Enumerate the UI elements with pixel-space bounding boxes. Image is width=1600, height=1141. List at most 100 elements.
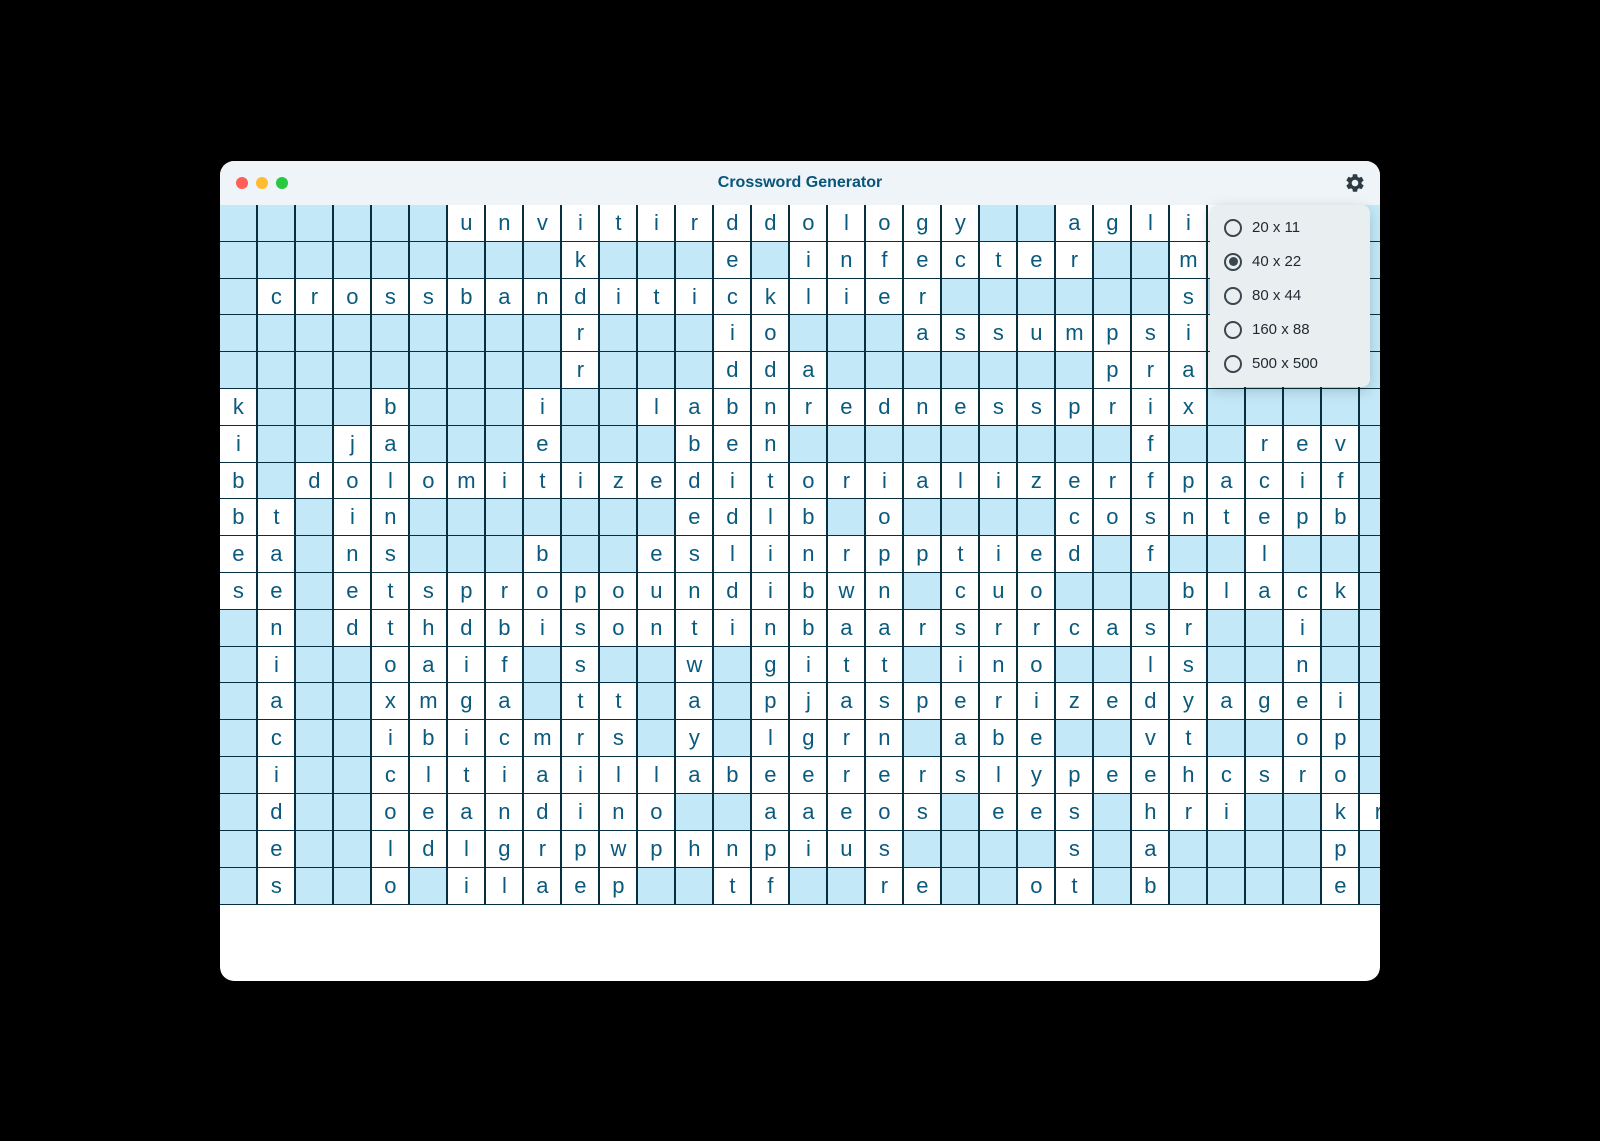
cell-letter[interactable]: s <box>257 867 295 905</box>
cell-blank[interactable] <box>1093 719 1131 757</box>
cell-letter[interactable]: i <box>1169 205 1207 242</box>
cell-letter[interactable]: e <box>637 462 675 500</box>
cell-letter[interactable]: r <box>865 867 903 905</box>
cell-letter[interactable]: t <box>371 609 409 647</box>
cell-blank[interactable] <box>1359 719 1380 757</box>
cell-letter[interactable]: i <box>523 388 561 426</box>
cell-blank[interactable] <box>1055 351 1093 389</box>
cell-letter[interactable]: c <box>1055 609 1093 647</box>
minimize-window-button[interactable] <box>256 177 268 189</box>
cell-letter[interactable]: b <box>1169 572 1207 610</box>
cell-letter[interactable]: m <box>409 682 447 720</box>
cell-letter[interactable]: n <box>979 646 1017 684</box>
cell-blank[interactable] <box>220 756 257 794</box>
cell-letter[interactable]: c <box>371 756 409 794</box>
cell-letter[interactable]: a <box>903 314 941 352</box>
cell-letter[interactable]: c <box>1207 756 1245 794</box>
cell-letter[interactable]: e <box>941 388 979 426</box>
cell-letter[interactable]: r <box>827 462 865 500</box>
cell-blank[interactable] <box>1055 278 1093 316</box>
cell-letter[interactable]: b <box>1131 867 1169 905</box>
cell-blank[interactable] <box>1017 351 1055 389</box>
cell-letter[interactable]: j <box>789 682 827 720</box>
cell-letter[interactable]: u <box>827 830 865 868</box>
cell-letter[interactable]: d <box>1055 535 1093 573</box>
cell-letter[interactable]: e <box>789 756 827 794</box>
cell-letter[interactable]: b <box>220 462 257 500</box>
cell-letter[interactable]: c <box>941 241 979 279</box>
cell-letter[interactable]: a <box>409 646 447 684</box>
cell-blank[interactable] <box>220 351 257 389</box>
cell-letter[interactable]: c <box>1245 462 1283 500</box>
cell-blank[interactable] <box>371 314 409 352</box>
cell-letter[interactable]: g <box>447 682 485 720</box>
cell-letter[interactable]: o <box>523 572 561 610</box>
cell-blank[interactable] <box>295 314 333 352</box>
cell-letter[interactable]: o <box>1017 572 1055 610</box>
cell-letter[interactable]: a <box>523 867 561 905</box>
cell-blank[interactable] <box>447 351 485 389</box>
cell-letter[interactable]: p <box>903 535 941 573</box>
cell-letter[interactable]: u <box>1017 314 1055 352</box>
cell-blank[interactable] <box>1207 535 1245 573</box>
cell-letter[interactable]: i <box>485 756 523 794</box>
cell-letter[interactable]: s <box>865 830 903 868</box>
cell-blank[interactable] <box>1169 425 1207 463</box>
cell-blank[interactable] <box>789 867 827 905</box>
cell-letter[interactable]: d <box>751 205 789 242</box>
cell-letter[interactable]: r <box>1055 241 1093 279</box>
cell-letter[interactable]: l <box>371 462 409 500</box>
cell-letter[interactable]: e <box>1321 867 1359 905</box>
cell-blank[interactable] <box>903 572 941 610</box>
cell-blank[interactable] <box>1321 609 1359 647</box>
cell-blank[interactable] <box>371 205 409 242</box>
cell-letter[interactable]: l <box>751 498 789 536</box>
cell-blank[interactable] <box>941 425 979 463</box>
cell-blank[interactable] <box>1093 425 1131 463</box>
cell-letter[interactable]: i <box>561 793 599 831</box>
cell-blank[interactable] <box>675 241 713 279</box>
cell-letter[interactable]: i <box>333 498 371 536</box>
cell-letter[interactable]: l <box>789 278 827 316</box>
cell-blank[interactable] <box>295 867 333 905</box>
cell-letter[interactable]: p <box>637 830 675 868</box>
cell-letter[interactable]: i <box>257 756 295 794</box>
cell-letter[interactable]: f <box>1131 535 1169 573</box>
close-window-button[interactable] <box>236 177 248 189</box>
cell-blank[interactable] <box>1245 867 1283 905</box>
cell-blank[interactable] <box>1359 830 1380 868</box>
cell-letter[interactable]: e <box>257 830 295 868</box>
cell-blank[interactable] <box>1017 205 1055 242</box>
cell-letter[interactable]: l <box>1131 646 1169 684</box>
cell-letter[interactable]: l <box>827 205 865 242</box>
cell-blank[interactable] <box>637 867 675 905</box>
settings-button[interactable] <box>1344 172 1366 194</box>
cell-blank[interactable] <box>295 756 333 794</box>
cell-blank[interactable] <box>1169 830 1207 868</box>
cell-letter[interactable]: i <box>941 646 979 684</box>
cell-letter[interactable]: a <box>371 425 409 463</box>
cell-letter[interactable]: n <box>865 719 903 757</box>
cell-blank[interactable] <box>1093 535 1131 573</box>
cell-letter[interactable]: y <box>1017 756 1055 794</box>
cell-letter[interactable]: e <box>827 793 865 831</box>
cell-letter[interactable]: a <box>903 462 941 500</box>
cell-blank[interactable] <box>561 425 599 463</box>
cell-letter[interactable]: i <box>751 572 789 610</box>
cell-letter[interactable]: t <box>523 462 561 500</box>
cell-letter[interactable]: i <box>561 756 599 794</box>
cell-blank[interactable] <box>789 314 827 352</box>
cell-letter[interactable]: u <box>447 205 485 242</box>
cell-letter[interactable]: g <box>751 646 789 684</box>
cell-blank[interactable] <box>1321 388 1359 426</box>
cell-blank[interactable] <box>485 241 523 279</box>
cell-letter[interactable]: e <box>1283 682 1321 720</box>
cell-letter[interactable]: i <box>789 646 827 684</box>
cell-letter[interactable]: o <box>1017 867 1055 905</box>
cell-letter[interactable]: b <box>789 572 827 610</box>
cell-letter[interactable]: s <box>371 535 409 573</box>
cell-letter[interactable]: a <box>675 682 713 720</box>
cell-blank[interactable] <box>637 241 675 279</box>
cell-letter[interactable]: z <box>1055 682 1093 720</box>
cell-letter[interactable]: b <box>371 388 409 426</box>
